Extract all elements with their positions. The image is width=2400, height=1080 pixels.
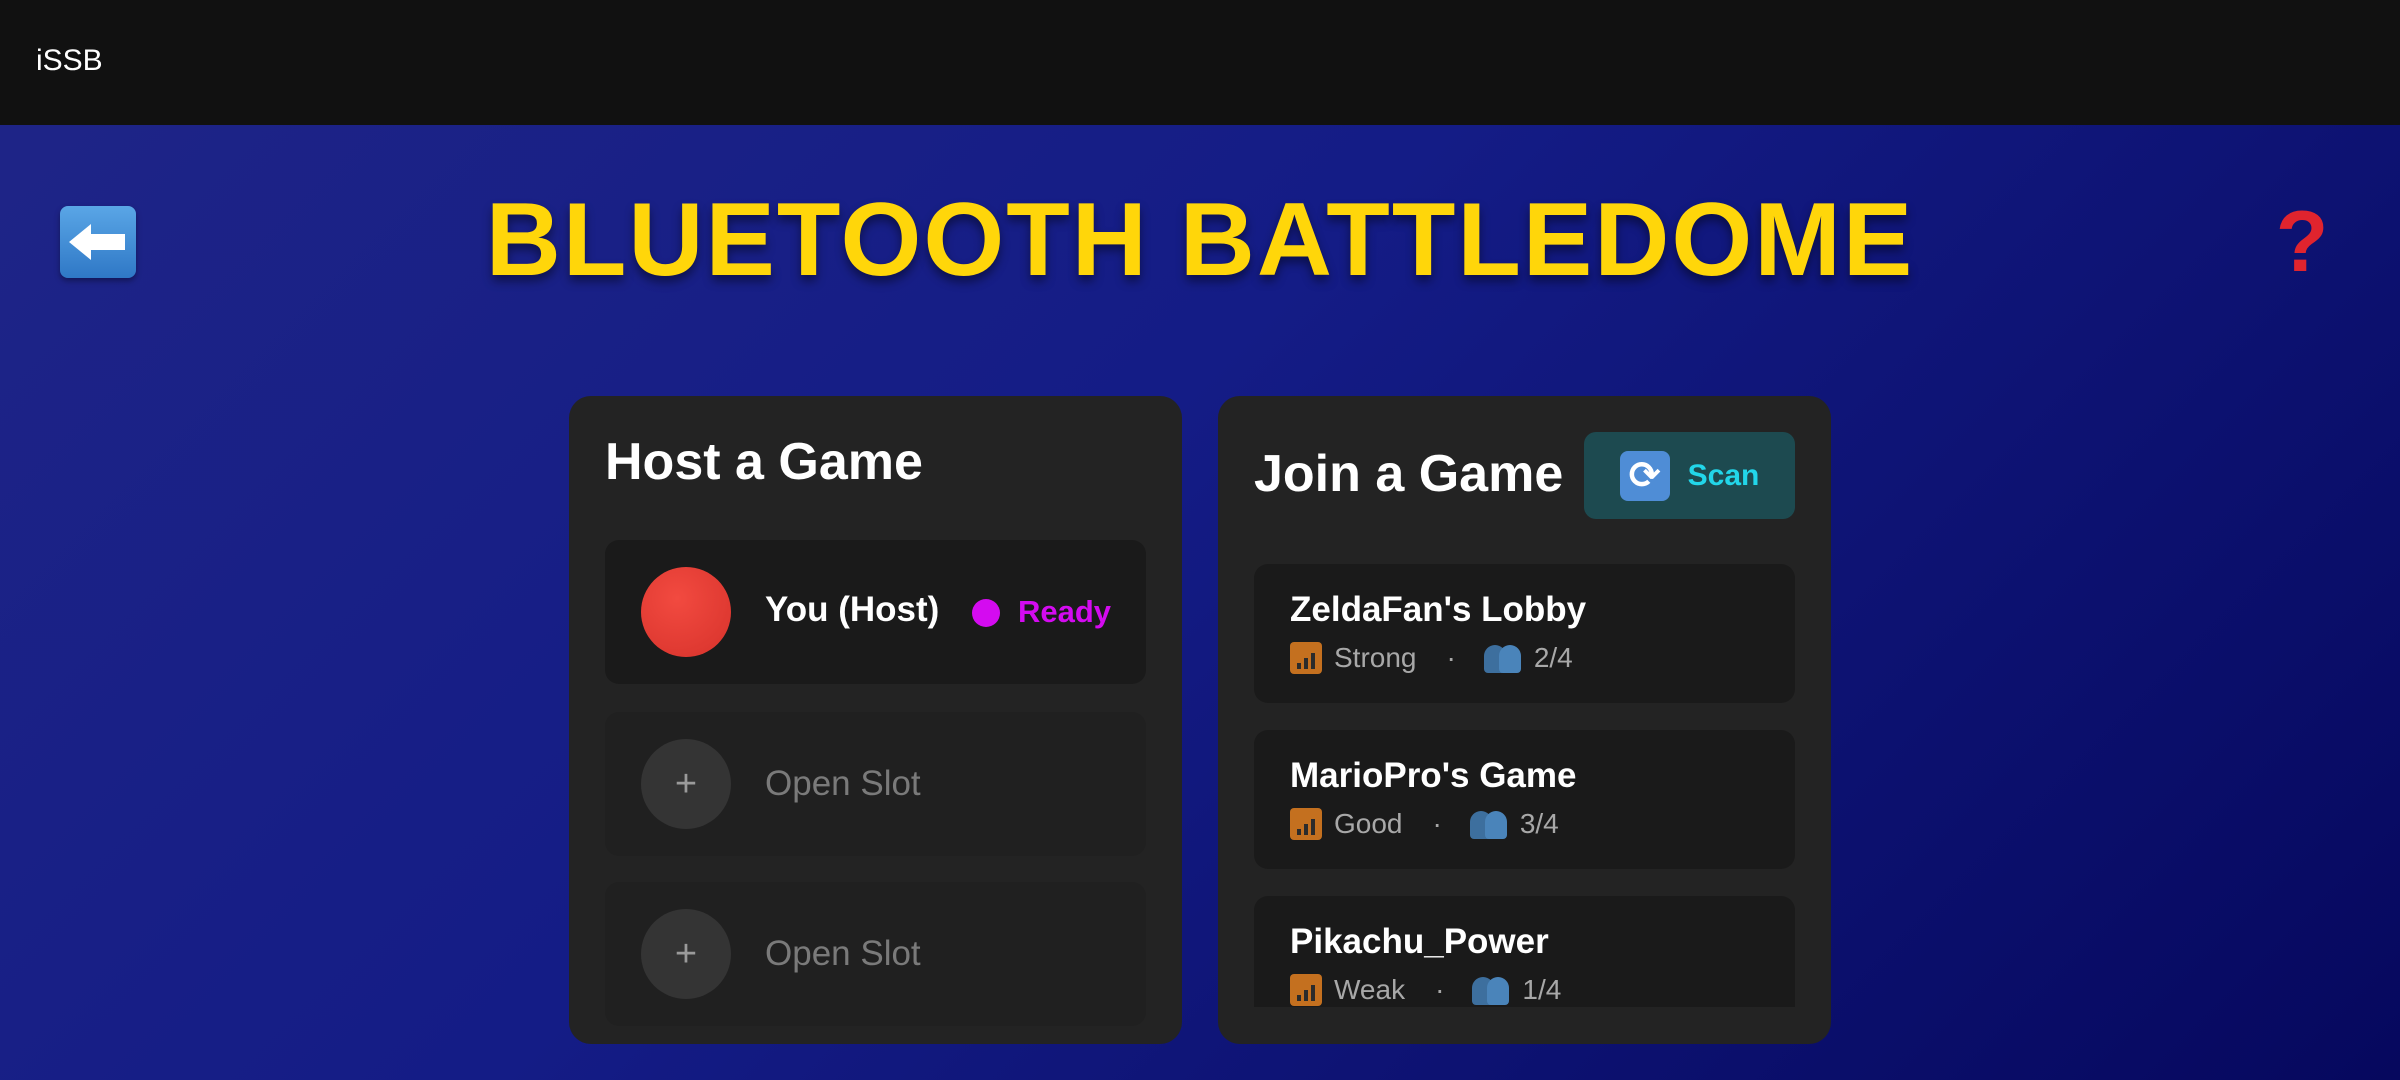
lobby-item[interactable]: Pikachu_Power Weak · 1/4 bbox=[1254, 896, 1795, 1007]
refresh-icon: ⟳ bbox=[1619, 450, 1670, 501]
lobby-item[interactable]: MarioPro's Game Good · 3/4 bbox=[1254, 730, 1795, 869]
lobby-meta: Good · 3/4 bbox=[1290, 808, 1559, 840]
open-slot-label: Open Slot bbox=[765, 934, 921, 973]
lobby-item[interactable]: ZeldaFan's Lobby Strong · 2/4 bbox=[1254, 564, 1795, 703]
signal-bars-icon bbox=[1290, 642, 1322, 674]
scan-button-label: Scan bbox=[1687, 458, 1760, 492]
lobby-name: ZeldaFan's Lobby bbox=[1290, 590, 1587, 629]
players-icon bbox=[1483, 643, 1522, 673]
lobby-name: Pikachu_Power bbox=[1290, 922, 1549, 961]
open-slot[interactable]: + Open Slot bbox=[605, 882, 1146, 1026]
separator: · bbox=[1432, 808, 1442, 839]
players-icon bbox=[1469, 809, 1508, 839]
join-game-panel: Join a Game ⟳ Scan ZeldaFan's Lobby Stro… bbox=[1218, 396, 1831, 1044]
help-button[interactable]: ? bbox=[2270, 194, 2334, 290]
host-player-name: You (Host) bbox=[765, 590, 940, 629]
app-title: iSSB bbox=[36, 44, 103, 77]
lobby-players: 1/4 bbox=[1522, 974, 1562, 1005]
host-game-panel: Host a Game You (Host) Ready + Open Slot… bbox=[569, 396, 1182, 1044]
lobby-players: 3/4 bbox=[1519, 808, 1559, 839]
question-mark-icon: ? bbox=[2275, 193, 2329, 290]
lobby-name: MarioPro's Game bbox=[1290, 756, 1577, 795]
players-icon bbox=[1472, 975, 1510, 1005]
top-bar: iSSB bbox=[0, 0, 2400, 125]
lobby-meta: Strong · 2/4 bbox=[1290, 642, 1573, 674]
lobby-list[interactable]: ZeldaFan's Lobby Strong · 2/4 MarioPro's… bbox=[1254, 564, 1795, 1007]
lobby-signal: Good bbox=[1334, 808, 1403, 839]
scan-button[interactable]: ⟳ Scan bbox=[1584, 432, 1795, 519]
add-player-icon[interactable]: + bbox=[641, 909, 731, 999]
separator: · bbox=[1435, 974, 1445, 1005]
avatar bbox=[641, 567, 731, 657]
host-game-heading: Host a Game bbox=[605, 433, 923, 491]
lobby-meta: Weak · 1/4 bbox=[1290, 974, 1561, 1006]
lobby-players: 2/4 bbox=[1533, 642, 1573, 673]
page-title: BLUETOOTH BATTLEDOME bbox=[485, 182, 1915, 298]
signal-bars-icon bbox=[1290, 808, 1322, 840]
add-player-icon[interactable]: + bbox=[641, 739, 731, 829]
join-game-heading: Join a Game bbox=[1254, 445, 1564, 503]
host-player-slot: You (Host) Ready bbox=[605, 540, 1146, 684]
separator: · bbox=[1446, 642, 1456, 673]
ready-status-dot bbox=[972, 599, 1000, 627]
open-slot[interactable]: + Open Slot bbox=[605, 712, 1146, 856]
lobby-signal: Weak bbox=[1334, 974, 1406, 1005]
lobby-signal: Strong bbox=[1334, 642, 1417, 673]
signal-bars-icon bbox=[1290, 974, 1322, 1006]
ready-status-label: Ready bbox=[1018, 594, 1112, 629]
open-slot-label: Open Slot bbox=[765, 764, 921, 803]
